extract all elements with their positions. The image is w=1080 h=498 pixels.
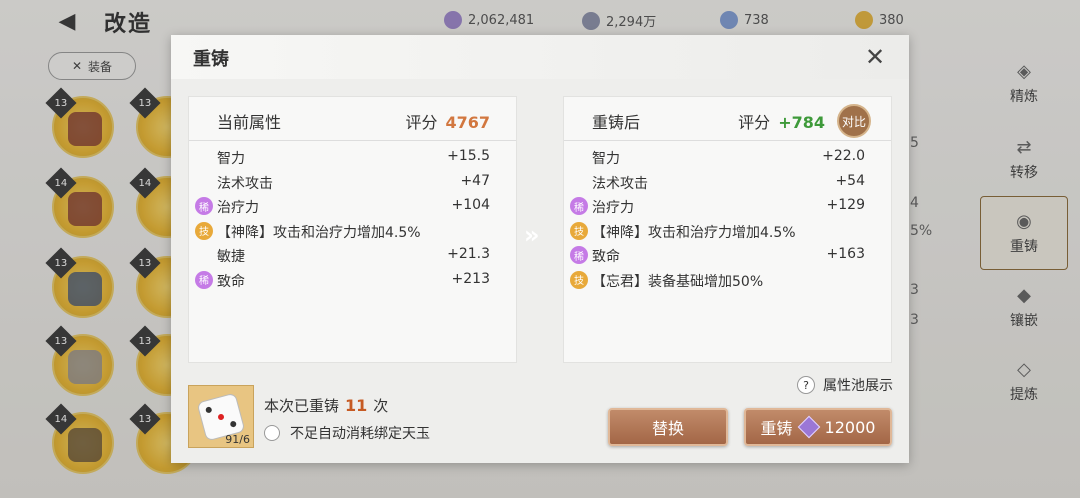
attribute-name: 治疗力: [592, 200, 634, 216]
attribute-value: +47: [460, 172, 490, 189]
attribute-list: 智力 +22.0 法术攻击 +54 稀治疗力 +129 技【神降】攻击和治疗力增加4.5% 稀…: [564, 145, 891, 292]
attribute-list: 智力 +15.5 法术攻击 +47 稀治疗力 +104 技【神降】攻击和治疗力增加4.5% 敏…: [189, 145, 516, 292]
attribute-value: +129: [826, 197, 865, 213]
rare-badge-icon: 稀: [570, 246, 588, 264]
attribute-row: 智力 +15.5: [189, 145, 516, 170]
attribute-name: 敏捷: [217, 249, 245, 265]
attribute-name: 智力: [217, 151, 245, 167]
attribute-name: 智力: [592, 151, 620, 167]
dialog-body: 当前属性 评分 4767 智力 +15.5 法术攻击 +47 稀治疗力 +104 技【神降】攻…: [171, 79, 909, 463]
rare-badge-icon: 稀: [195, 270, 213, 289]
auto-consume-option[interactable]: 不足自动消耗绑定天玉: [264, 423, 430, 443]
attribute-row: 法术攻击 +47: [189, 170, 516, 195]
item-count: 91/6: [225, 433, 250, 446]
close-icon: ✕: [864, 43, 886, 71]
attribute-name: 【忘君】装备基础增加50%: [592, 273, 764, 290]
attribute-name: 法术攻击: [592, 175, 648, 192]
skill-badge-icon: 技: [570, 221, 588, 240]
panel-title: 重铸后: [592, 113, 641, 132]
attribute-name: 【神降】攻击和治疗力增加4.5%: [217, 224, 421, 241]
attribute-name: 【神降】攻击和治疗力增加4.5%: [592, 224, 796, 241]
dialog-title: 重铸: [193, 49, 229, 70]
score: 评分 4767: [405, 113, 490, 132]
attribute-pool-link[interactable]: ? 属性池展示: [797, 375, 893, 395]
attribute-row: 智力 +22.0: [564, 145, 891, 170]
attribute-row: 敏捷 +21.3: [189, 243, 516, 268]
gem-icon: [797, 415, 820, 439]
panel-title: 当前属性: [217, 113, 282, 132]
help-icon: ?: [797, 376, 815, 394]
attribute-name: 致命: [592, 249, 620, 265]
double-chevron-right-icon: »: [524, 221, 539, 249]
rare-badge-icon: 稀: [195, 197, 213, 215]
attribute-row: 稀致命 +163: [564, 243, 891, 268]
attribute-row: 技【神降】攻击和治疗力增加4.5%: [189, 219, 516, 244]
close-button[interactable]: ✕: [861, 43, 889, 71]
attribute-row: 稀致命 +213: [189, 268, 516, 293]
after-attributes-panel: 重铸后 评分 +784 对比 智力 +22.0 法术攻击 +54 稀治疗力 +129 技【神降…: [563, 96, 892, 363]
skill-badge-icon: 技: [570, 270, 588, 289]
current-attributes-panel: 当前属性 评分 4767 智力 +15.5 法术攻击 +47 稀治疗力 +104 技【神降】攻…: [188, 96, 517, 363]
attribute-row: 法术攻击 +54: [564, 170, 891, 195]
attribute-value: +163: [826, 246, 865, 262]
reforge-dialog: 重铸 ✕ 当前属性 评分 4767 智力 +15.5 法术攻击 +47 稀治疗力 +104 技…: [171, 35, 909, 463]
reforge-times: 本次已重铸 11 次: [264, 396, 389, 415]
attribute-value: +213: [451, 270, 490, 287]
score-value: 4767: [445, 113, 490, 132]
compare-button[interactable]: 对比: [837, 104, 871, 138]
dialog-header: 重铸 ✕: [171, 35, 909, 79]
attribute-name: 治疗力: [217, 200, 259, 216]
reforge-stone-item[interactable]: 91/6: [188, 385, 254, 448]
attribute-value: +22.0: [822, 148, 865, 164]
attribute-value: +104: [451, 197, 490, 213]
attribute-row: 技【神降】攻击和治疗力增加4.5%: [564, 219, 891, 244]
attribute-row: 稀治疗力 +129: [564, 194, 891, 219]
rare-badge-icon: 稀: [570, 197, 588, 215]
attribute-value: +54: [835, 172, 865, 189]
score-value: +784: [778, 113, 825, 132]
attribute-row: 技【忘君】装备基础增加50%: [564, 268, 891, 293]
attribute-row: 稀治疗力 +104: [189, 194, 516, 219]
replace-button[interactable]: 替换: [608, 408, 728, 446]
skill-badge-icon: 技: [195, 221, 213, 240]
attribute-name: 法术攻击: [217, 175, 273, 192]
score: 评分 +784: [738, 113, 825, 132]
attribute-value: +15.5: [447, 148, 490, 164]
attribute-value: +21.3: [447, 246, 490, 262]
attribute-name: 致命: [217, 273, 245, 290]
auto-consume-checkbox[interactable]: [264, 425, 280, 441]
reforge-button[interactable]: 重铸 12000: [744, 408, 892, 446]
